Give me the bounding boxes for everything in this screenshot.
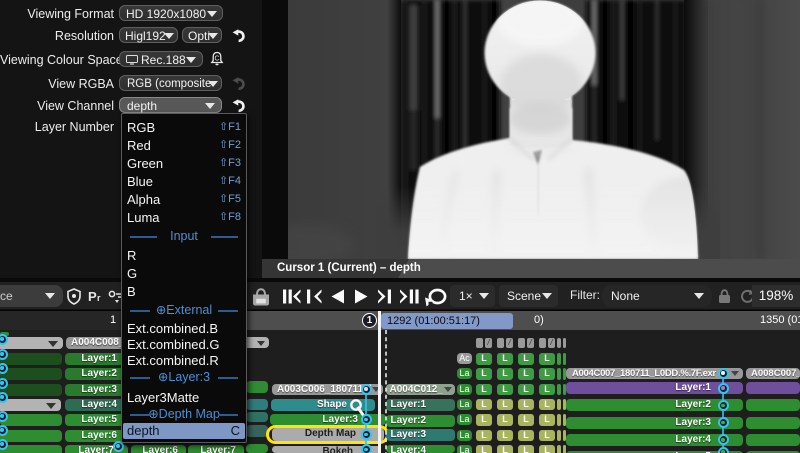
svg-text:P: P — [88, 289, 97, 304]
svg-text:r: r — [97, 293, 101, 303]
svg-text:C: C — [214, 55, 219, 62]
